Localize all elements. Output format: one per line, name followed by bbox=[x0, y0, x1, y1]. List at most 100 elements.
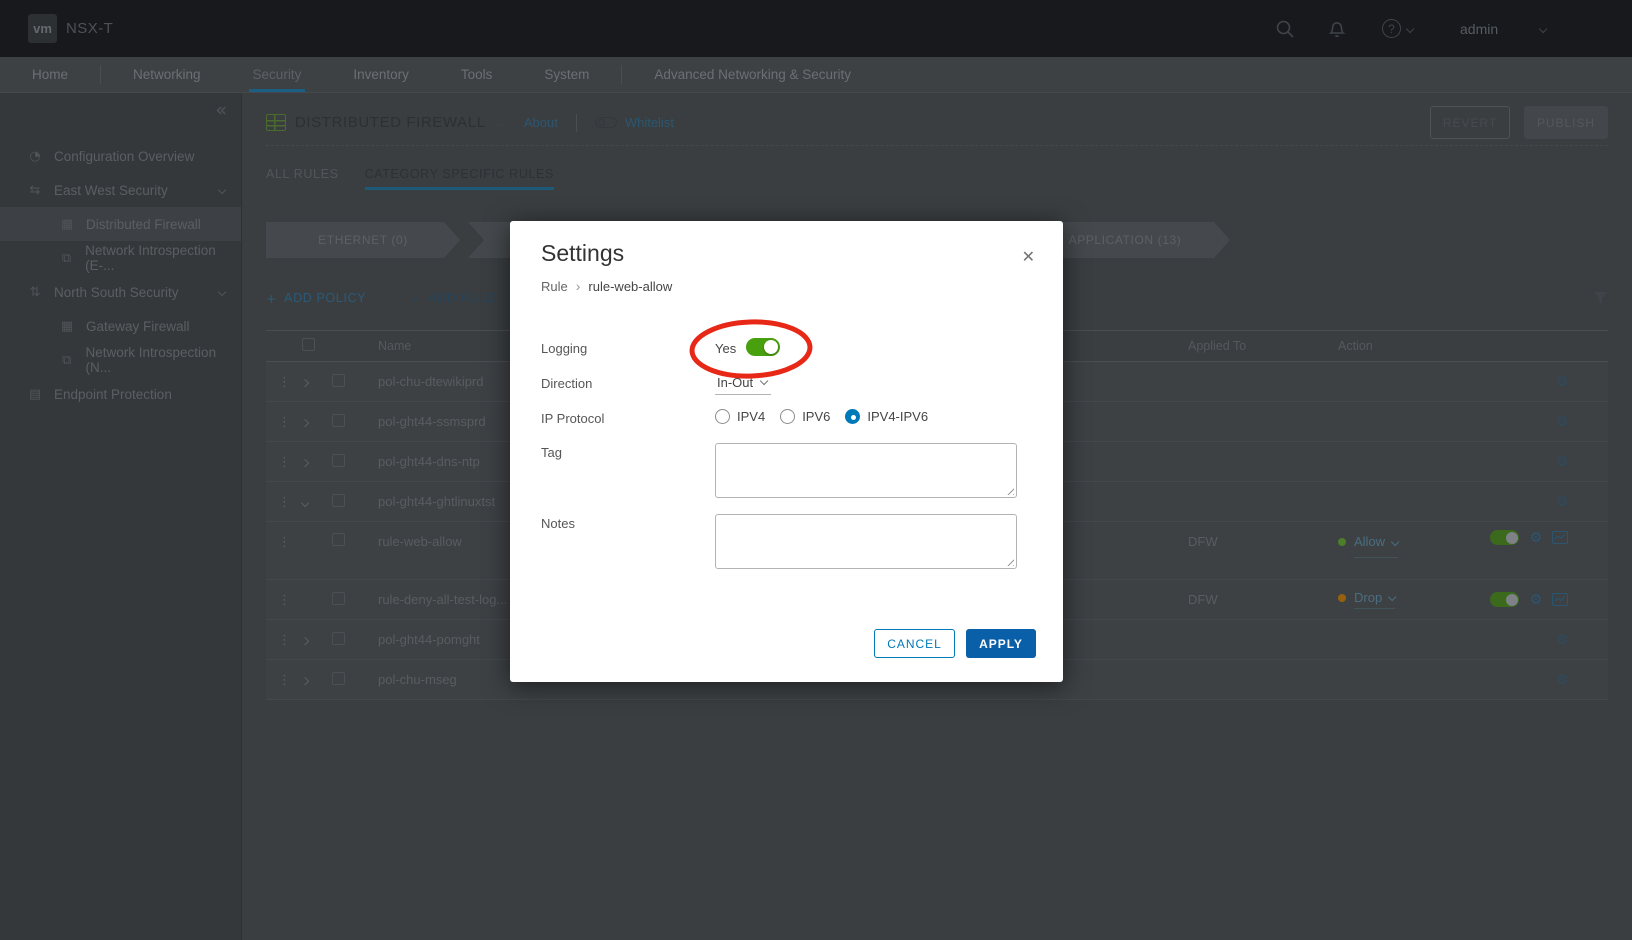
logging-toggle[interactable] bbox=[746, 338, 780, 356]
nav-item-security[interactable]: Security bbox=[249, 57, 306, 92]
direction-select[interactable]: In-Out bbox=[715, 375, 771, 395]
gateway-firewall-icon: ▦ bbox=[58, 319, 76, 334]
sidebar-item-label: Endpoint Protection bbox=[54, 387, 172, 402]
nav-item-system[interactable]: System bbox=[540, 57, 593, 92]
nav-item-inventory[interactable]: Inventory bbox=[349, 57, 413, 92]
north-south-icon: ⇅ bbox=[26, 285, 44, 300]
select-caret-icon bbox=[760, 377, 769, 386]
row-expand-icon[interactable] bbox=[301, 379, 310, 388]
radio-ipv6[interactable]: IPV6 bbox=[780, 409, 830, 424]
sidebar-item-network-introspection-n[interactable]: ⧉Network Introspection (N... bbox=[0, 343, 241, 377]
title-caret-icon[interactable] bbox=[494, 119, 503, 128]
row-checkbox[interactable] bbox=[332, 374, 345, 387]
row-expand-icon[interactable] bbox=[301, 459, 310, 468]
radio-ipv4[interactable]: IPV4 bbox=[715, 409, 765, 424]
row-menu-icon[interactable]: ⋮ bbox=[278, 375, 291, 390]
row-checkbox[interactable] bbox=[332, 454, 345, 467]
gear-icon[interactable]: ⚙ bbox=[1529, 593, 1542, 607]
stats-graph-icon[interactable] bbox=[1552, 593, 1568, 606]
gear-icon[interactable]: ⚙ bbox=[1529, 531, 1542, 545]
row-expand-icon[interactable] bbox=[301, 499, 310, 508]
gear-icon[interactable]: ⚙ bbox=[1555, 415, 1568, 429]
row-checkbox[interactable] bbox=[332, 414, 345, 427]
row-menu-icon[interactable]: ⋮ bbox=[278, 673, 291, 688]
row-menu-icon[interactable]: ⋮ bbox=[278, 633, 291, 648]
sidebar-item-gateway-firewall[interactable]: ▦Gateway Firewall bbox=[0, 309, 241, 343]
sidebar-item-network-introspection-e[interactable]: ⧉Network Introspection (E-... bbox=[0, 241, 241, 275]
rule-enabled-toggle[interactable] bbox=[1490, 592, 1519, 607]
row-checkbox[interactable] bbox=[332, 672, 345, 685]
action-caret-icon bbox=[1391, 538, 1400, 547]
row-expand-icon[interactable] bbox=[301, 677, 310, 686]
nav-item-advanced-networking-security[interactable]: Advanced Networking & Security bbox=[650, 57, 855, 92]
row-menu-icon[interactable]: ⋮ bbox=[278, 455, 291, 470]
nav-item-networking[interactable]: Networking bbox=[129, 57, 205, 92]
rules-tabs: ALL RULES CATEGORY SPECIFIC RULES bbox=[266, 167, 554, 190]
tab-all-rules[interactable]: ALL RULES bbox=[266, 167, 339, 190]
tag-field[interactable] bbox=[715, 443, 1017, 498]
top-bar: vm NSX-T ? admin bbox=[0, 0, 1632, 57]
east-west-icon: ⇆ bbox=[26, 183, 44, 198]
sidebar-item-label: North South Security bbox=[54, 285, 179, 300]
about-link[interactable]: About bbox=[524, 115, 558, 130]
row-menu-icon[interactable]: ⋮ bbox=[278, 415, 291, 430]
row-menu-icon[interactable]: ⋮ bbox=[278, 495, 291, 510]
user-menu[interactable]: admin bbox=[1460, 21, 1498, 37]
row-checkbox[interactable] bbox=[332, 592, 345, 605]
row-expand-icon[interactable] bbox=[301, 637, 310, 646]
collapse-sidebar-icon[interactable]: « bbox=[215, 99, 227, 121]
action-status-dot bbox=[1338, 594, 1346, 602]
close-icon[interactable]: ✕ bbox=[1022, 247, 1035, 266]
radio-dot bbox=[780, 409, 795, 424]
bell-icon[interactable] bbox=[1327, 19, 1347, 39]
sidebar-item-configuration-overview[interactable]: ◔Configuration Overview bbox=[0, 139, 241, 173]
help-icon[interactable]: ? bbox=[1382, 19, 1401, 38]
sidebar-item-east-west-security[interactable]: ⇆East West Security bbox=[0, 173, 241, 207]
gear-icon[interactable]: ⚙ bbox=[1555, 673, 1568, 687]
row-checkbox[interactable] bbox=[332, 494, 345, 507]
action-status-dot bbox=[1338, 538, 1346, 546]
gear-icon[interactable]: ⚙ bbox=[1555, 455, 1568, 469]
search-icon[interactable] bbox=[1275, 19, 1295, 39]
main-nav: Home Networking Security Inventory Tools Syst… bbox=[0, 57, 1632, 93]
revert-button[interactable]: REVERT bbox=[1430, 106, 1510, 139]
add-rule-button[interactable]: + ADD RULE bbox=[410, 291, 496, 306]
tab-category-specific-rules[interactable]: CATEGORY SPECIFIC RULES bbox=[365, 167, 554, 190]
notes-field[interactable] bbox=[715, 514, 1017, 569]
sidebar-item-distributed-firewall[interactable]: ▦Distributed Firewall bbox=[0, 207, 241, 241]
nav-item-home[interactable]: Home bbox=[28, 57, 72, 92]
sidebar-item-endpoint-protection[interactable]: ▤Endpoint Protection bbox=[0, 377, 241, 411]
column-header-applied-to[interactable]: Applied To bbox=[1188, 339, 1338, 353]
stats-graph-icon[interactable] bbox=[1552, 531, 1568, 544]
page-header: DISTRIBUTED FIREWALL About Whitelist REV… bbox=[266, 100, 1608, 146]
radio-label: IPV6 bbox=[802, 409, 830, 424]
filter-icon[interactable] bbox=[1593, 291, 1608, 306]
sidebar-item-north-south-security[interactable]: ⇅ North South Security bbox=[0, 275, 241, 309]
sidebar-list: ◔Configuration Overview⇆East West Securi… bbox=[0, 139, 241, 411]
whitelist-link[interactable]: Whitelist bbox=[625, 115, 674, 130]
gear-icon[interactable]: ⚙ bbox=[1555, 375, 1568, 389]
rule-enabled-toggle[interactable] bbox=[1490, 530, 1519, 545]
row-checkbox[interactable] bbox=[332, 632, 345, 645]
modal-breadcrumb: Rule›rule-web-allow bbox=[541, 278, 672, 294]
plus-icon: + bbox=[266, 291, 277, 306]
action-cell[interactable]: Allow bbox=[1338, 530, 1463, 558]
row-menu-icon[interactable]: ⋮ bbox=[278, 593, 291, 608]
apply-button[interactable]: APPLY bbox=[966, 629, 1036, 658]
nav-item-tools[interactable]: Tools bbox=[457, 57, 497, 92]
publish-button[interactable]: PUBLISH bbox=[1524, 106, 1608, 139]
select-all-checkbox[interactable] bbox=[302, 338, 315, 351]
column-header-action[interactable]: Action bbox=[1338, 339, 1463, 353]
gear-icon[interactable]: ⚙ bbox=[1555, 495, 1568, 509]
row-checkbox[interactable] bbox=[332, 533, 345, 546]
add-policy-button[interactable]: + ADD POLICY bbox=[266, 291, 366, 306]
action-cell[interactable]: Drop bbox=[1338, 590, 1463, 609]
radio-ipv4-ipv6[interactable]: IPV4-IPV6 bbox=[845, 409, 928, 424]
category-tab-ethernet[interactable]: ETHERNET (0) bbox=[266, 222, 460, 258]
row-menu-icon[interactable]: ⋮ bbox=[278, 535, 291, 550]
gear-icon[interactable]: ⚙ bbox=[1555, 633, 1568, 647]
chevron-down-icon[interactable] bbox=[218, 288, 227, 297]
cancel-button[interactable]: CANCEL bbox=[874, 629, 955, 658]
row-expand-icon[interactable] bbox=[301, 419, 310, 428]
chevron-down-icon[interactable] bbox=[218, 186, 227, 195]
